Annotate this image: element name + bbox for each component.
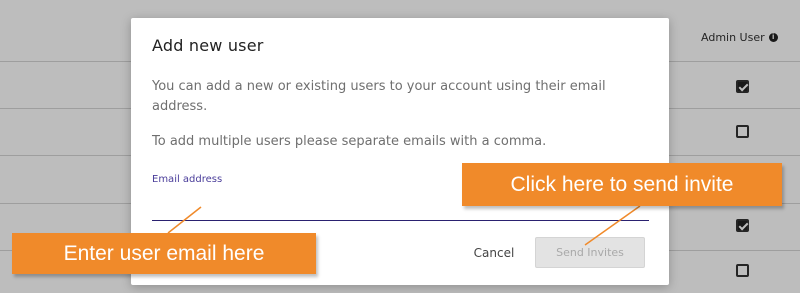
dialog-multi-email-hint: To add multiple users please separate em… — [152, 134, 547, 149]
cancel-button[interactable]: Cancel — [464, 240, 524, 266]
send-invites-button[interactable]: Send Invites — [535, 237, 645, 268]
dialog-description: You can add a new or existing users to y… — [152, 79, 606, 114]
email-field-label: Email address — [152, 174, 223, 185]
dialog-title: Add new user — [152, 36, 264, 55]
enter-email-callout: Enter user email here — [12, 233, 316, 274]
send-invite-callout: Click here to send invite — [462, 163, 782, 206]
